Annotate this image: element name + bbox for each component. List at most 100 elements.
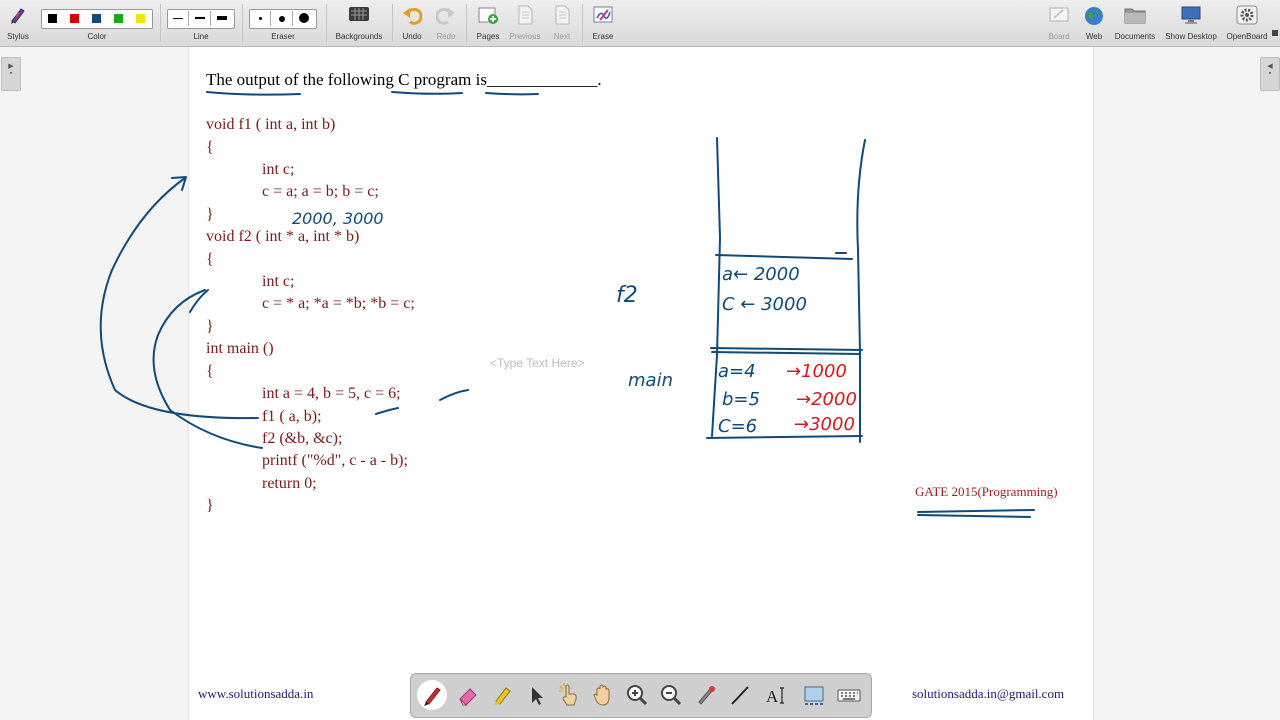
documents-button[interactable]: Documents	[1112, 2, 1158, 44]
code-line: {	[206, 139, 214, 156]
color-swatch-blue[interactable]	[92, 14, 101, 23]
interact-hand-pointer-icon	[559, 683, 577, 706]
code-line: }	[206, 318, 214, 335]
openboard-gear-icon	[1236, 5, 1258, 25]
pages-label: Pages	[476, 32, 500, 41]
color-swatch-black[interactable]	[48, 14, 57, 23]
next-icon	[555, 5, 570, 25]
line-group: Line	[166, 2, 236, 44]
question-text: The output of the following C program is…	[206, 70, 602, 89]
pages-button[interactable]: Pages	[472, 2, 504, 44]
stylus-button[interactable]: Stylus	[2, 2, 34, 44]
color-swatch-green[interactable]	[114, 14, 123, 23]
previous-icon	[518, 5, 533, 25]
web-globe-icon	[1085, 7, 1103, 25]
next-label: Next	[553, 32, 571, 41]
show-desktop-icon	[1181, 6, 1201, 24]
board-icon	[1049, 7, 1069, 22]
documents-folder-icon	[1124, 8, 1146, 24]
marker-tool-icon	[493, 687, 511, 705]
code-line: void f1 ( int a, int b)	[206, 116, 336, 133]
line-width-selector	[167, 9, 235, 29]
redo-icon	[436, 7, 455, 25]
eraser-small-button[interactable]	[250, 11, 271, 26]
undo-label: Undo	[402, 32, 422, 41]
backgrounds-icon	[349, 7, 369, 21]
erase-label: Erase	[592, 32, 614, 41]
web-button[interactable]: Web	[1080, 2, 1108, 44]
window-resize-grip[interactable]	[1272, 30, 1278, 36]
erase-icon	[593, 6, 613, 23]
eraser-tool-button[interactable]	[453, 680, 483, 710]
code-line: void f2 ( int * a, int * b)	[206, 228, 360, 245]
capture-icon	[804, 686, 824, 705]
backgrounds-button[interactable]: Backgrounds	[332, 2, 386, 44]
line-medium-button[interactable]	[190, 11, 211, 26]
right-palette-toggle[interactable]: ◀ ▪	[1260, 57, 1280, 91]
top-toolbar: Stylus Color Line Eraser Backgrounds Und…	[0, 0, 1280, 47]
pages-icon	[478, 7, 498, 24]
svg-text:A: A	[766, 687, 779, 706]
capture-button[interactable]	[799, 680, 829, 710]
board-page[interactable]	[188, 47, 1094, 720]
selector-arrow-icon	[532, 687, 543, 705]
code-line: f1 ( a, b);	[262, 408, 322, 425]
next-button[interactable]: Next	[548, 2, 576, 44]
code-line: int c;	[262, 161, 295, 178]
show-desktop-label: Show Desktop	[1165, 32, 1217, 41]
color-swatches	[41, 9, 153, 29]
line-label: Line	[193, 32, 209, 41]
code-line: int c;	[262, 273, 295, 290]
zoom-out-icon	[661, 685, 682, 706]
eraser-medium-button[interactable]	[272, 11, 293, 26]
board-button[interactable]: Board	[1044, 2, 1074, 44]
line-thin-button[interactable]	[168, 11, 189, 26]
zoom-out-button[interactable]	[656, 680, 686, 710]
left-palette-toggle[interactable]: ▶ ▪	[1, 57, 21, 91]
eraser-large-button[interactable]	[294, 11, 314, 26]
openboard-button[interactable]: OpenBoard	[1222, 2, 1272, 44]
pan-tool-button[interactable]	[588, 680, 618, 710]
pan-hand-icon	[593, 684, 610, 706]
web-label: Web	[1085, 32, 1103, 41]
erase-button[interactable]: Erase	[588, 2, 618, 44]
color-swatch-red[interactable]	[70, 14, 79, 23]
backgrounds-label: Backgrounds	[335, 32, 383, 41]
openboard-label: OpenBoard	[1226, 32, 1268, 41]
zoom-in-button[interactable]	[622, 680, 652, 710]
selector-tool-button[interactable]	[521, 680, 551, 710]
code-line: f2 (&b, &c);	[262, 430, 343, 447]
marker-tool-button[interactable]	[487, 680, 517, 710]
interact-tool-button[interactable]	[554, 680, 584, 710]
pen-tool-icon	[424, 687, 441, 706]
show-desktop-button[interactable]: Show Desktop	[1162, 2, 1220, 44]
stylus-icon	[11, 8, 25, 24]
text-tool-button[interactable]: A	[760, 680, 790, 710]
line-thick-button[interactable]	[212, 11, 232, 26]
redo-label: Redo	[436, 32, 456, 41]
redo-button[interactable]: Redo	[432, 2, 460, 44]
code-line: int main ()	[206, 340, 274, 357]
zoom-in-icon	[627, 685, 648, 706]
laser-pointer-button[interactable]	[691, 680, 721, 710]
code-line: {	[206, 251, 214, 268]
pen-tool-button[interactable]	[417, 680, 447, 710]
undo-button[interactable]: Undo	[398, 2, 426, 44]
color-group: Color	[40, 2, 154, 44]
draw-line-button[interactable]	[725, 680, 755, 710]
text-placeholder[interactable]: <Type Text Here>	[490, 356, 585, 370]
color-swatch-yellow[interactable]	[136, 14, 145, 23]
website-link[interactable]: www.solutionsadda.in	[198, 686, 313, 702]
previous-label: Previous	[509, 32, 541, 41]
email-link[interactable]: solutionsadda.in@gmail.com	[912, 686, 1064, 702]
previous-button[interactable]: Previous	[506, 2, 544, 44]
keyboard-button[interactable]	[834, 680, 864, 710]
code-line: c = * a; *a = *b; *b = c;	[262, 295, 415, 312]
code-line: {	[206, 363, 214, 380]
text-tool-icon: A	[766, 687, 784, 706]
eraser-size-selector	[249, 9, 317, 29]
documents-label: Documents	[1114, 32, 1156, 41]
stylus-label: Stylus	[7, 32, 29, 41]
code-line: printf ("%d", c - a - b);	[262, 452, 408, 469]
eraser-tool-icon	[459, 688, 477, 706]
